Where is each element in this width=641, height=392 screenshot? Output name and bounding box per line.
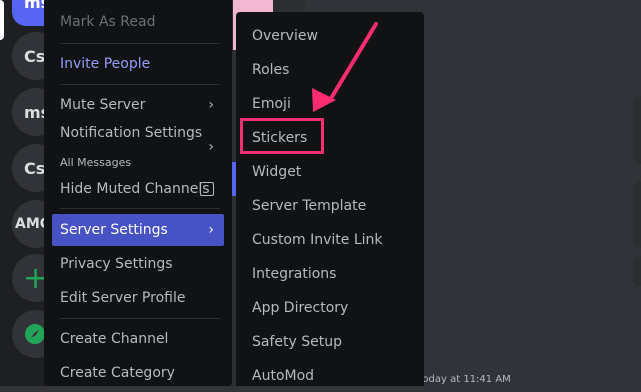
annotation-arrow-icon [312,22,378,112]
